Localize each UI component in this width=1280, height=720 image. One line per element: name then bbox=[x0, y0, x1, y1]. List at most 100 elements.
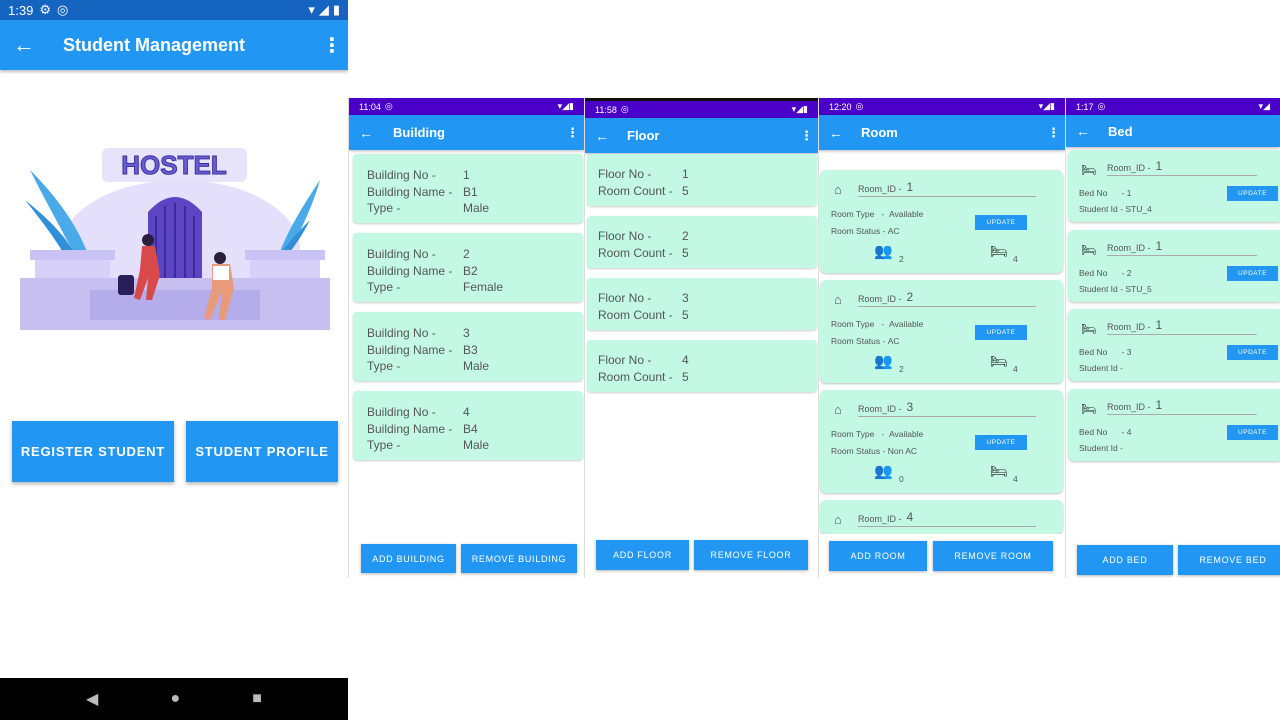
back-arrow-icon[interactable]: ← bbox=[1066, 123, 1100, 139]
signal-icon: ◢ bbox=[318, 2, 329, 17]
building-name: B4 bbox=[463, 421, 478, 436]
back-arrow-icon[interactable]: ← bbox=[585, 128, 619, 144]
building-name: B1 bbox=[463, 184, 478, 199]
hostel-sign: HOSTEL bbox=[121, 150, 227, 180]
room-status: Non AC bbox=[887, 446, 917, 456]
back-arrow-icon[interactable]: ← bbox=[819, 125, 853, 141]
hostel-illustration: HOSTEL bbox=[20, 148, 330, 330]
floor-no: 1 bbox=[682, 167, 689, 181]
room-status: AC bbox=[887, 336, 900, 346]
building-name: B2 bbox=[463, 263, 478, 278]
home-icon: ⌂ bbox=[834, 182, 842, 197]
add-room-button[interactable]: ADD ROOM bbox=[829, 541, 927, 571]
back-arrow-icon[interactable]: ← bbox=[0, 32, 48, 58]
room-id: 1 bbox=[1155, 318, 1163, 332]
floor-card[interactable]: Floor No -4 Room Count -5 bbox=[587, 340, 817, 392]
status-icons: ▾◢ bbox=[1258, 101, 1270, 111]
overflow-menu-icon[interactable]: ⋮ bbox=[800, 128, 818, 144]
building-card[interactable]: Building No -4 Building Name - B4 Type -M… bbox=[353, 391, 583, 460]
room-card[interactable]: ⌂ Room_ID -3 Room Type - Available Room … bbox=[820, 390, 1063, 493]
update-button[interactable]: UPDATE bbox=[975, 215, 1027, 230]
people-icon: 👥 bbox=[874, 463, 893, 480]
bed-icon: 🛏 bbox=[990, 463, 1008, 479]
building-no: 3 bbox=[463, 326, 470, 340]
bed-card[interactable]: 🛏 Room_ID -1 Bed No - 1 Student Id - STU… bbox=[1068, 150, 1280, 222]
room-id: 1 bbox=[1155, 159, 1163, 173]
building-card[interactable]: Building No -2 Building Name - B2 Type -F… bbox=[353, 233, 583, 302]
floor-card[interactable]: Floor No -3 Room Count -5 bbox=[587, 278, 817, 330]
wifi-icon: ▾ bbox=[308, 2, 315, 17]
settings-icon: ⚙ bbox=[39, 2, 51, 17]
remove-building-button[interactable]: REMOVE BUILDING bbox=[461, 544, 577, 573]
nav-home-icon[interactable]: ● bbox=[170, 690, 180, 708]
battery-icon: ▮ bbox=[332, 2, 340, 17]
sync-icon: ◎ bbox=[1097, 101, 1106, 111]
people-icon: 👥 bbox=[874, 243, 893, 260]
remove-bed-button[interactable]: REMOVE BED bbox=[1178, 545, 1280, 575]
room-id: 3 bbox=[906, 400, 914, 414]
room-status: AC bbox=[887, 226, 900, 236]
floor-card[interactable]: Floor No -1 Room Count -5 bbox=[587, 154, 817, 206]
room-count: 5 bbox=[682, 369, 689, 384]
back-arrow-icon[interactable]: ← bbox=[349, 125, 383, 141]
status-icons: ▾◢▮ bbox=[791, 104, 808, 114]
add-building-button[interactable]: ADD BUILDING bbox=[361, 544, 456, 573]
home-icon: ⌂ bbox=[834, 512, 842, 527]
app-bar: ← Room ⋮ bbox=[819, 115, 1065, 150]
bed-card[interactable]: 🛏 Room_ID -1 Bed No - 2 Student Id - STU… bbox=[1068, 230, 1280, 302]
status-bar: 1:17 ◎ ▾◢ bbox=[1066, 98, 1280, 115]
room-type: Available bbox=[888, 429, 924, 439]
update-button[interactable]: UPDATE bbox=[975, 435, 1027, 450]
building-card[interactable]: Building No -1 Building Name - B1 Type -M… bbox=[353, 154, 583, 223]
update-button[interactable]: UPDATE bbox=[975, 325, 1027, 340]
remove-floor-button[interactable]: REMOVE FLOOR bbox=[694, 540, 808, 570]
page-title: Bed bbox=[1108, 123, 1133, 139]
nav-back-icon[interactable]: ◀ bbox=[86, 689, 98, 709]
remove-room-button[interactable]: REMOVE ROOM bbox=[933, 541, 1053, 571]
room-type: Available bbox=[888, 209, 924, 219]
bed-no: - 2 bbox=[1121, 268, 1132, 278]
nav-recents-icon[interactable]: ■ bbox=[252, 690, 262, 708]
register-student-button[interactable]: REGISTER STUDENT bbox=[12, 421, 174, 482]
bed-icon: 🛏 bbox=[990, 353, 1008, 369]
bed-card[interactable]: 🛏 Room_ID -1 Bed No - 4 Student Id - UPD… bbox=[1068, 389, 1280, 461]
update-button[interactable]: UPDATE bbox=[1227, 425, 1278, 440]
overflow-menu-icon[interactable]: ⋮ bbox=[566, 125, 584, 141]
building-type: Female bbox=[463, 280, 504, 294]
overflow-menu-icon[interactable]: ⋮ bbox=[316, 33, 348, 58]
bed-screen: 1:17 ◎ ▾◢ ← Bed 🛏 Room_ID -1 Bed No - 1 … bbox=[1065, 98, 1280, 578]
people-icon: 👥 bbox=[874, 353, 893, 370]
building-card[interactable]: Building No -3 Building Name - B3 Type -M… bbox=[353, 312, 583, 381]
status-time: 1:17 bbox=[1076, 101, 1094, 112]
people-count: 2 bbox=[899, 254, 904, 264]
room-card[interactable]: ⌂ Room_ID -1 Room Type - Available Room … bbox=[820, 170, 1063, 273]
building-type: Male bbox=[463, 438, 490, 452]
app-bar: ← Building ⋮ bbox=[349, 115, 584, 150]
add-bed-button[interactable]: ADD BED bbox=[1077, 545, 1173, 575]
status-icons: ▾◢▮ bbox=[1038, 101, 1055, 111]
overflow-menu-icon[interactable]: ⋮ bbox=[1047, 125, 1065, 141]
sync-icon: ◎ bbox=[855, 101, 864, 111]
update-button[interactable]: UPDATE bbox=[1227, 345, 1278, 360]
room-card[interactable]: ⌂ Room_ID -2 Room Type - Available Room … bbox=[820, 280, 1063, 383]
room-count: 5 bbox=[682, 245, 689, 260]
bed-count: 4 bbox=[1013, 364, 1018, 374]
student-profile-button[interactable]: STUDENT PROFILE bbox=[186, 421, 338, 482]
bed-no: - 4 bbox=[1121, 427, 1132, 437]
room-id: 4 bbox=[906, 510, 914, 524]
update-button[interactable]: UPDATE bbox=[1227, 186, 1278, 201]
floor-card[interactable]: Floor No -2 Room Count -5 bbox=[587, 216, 817, 268]
floor-no: 3 bbox=[682, 291, 689, 305]
room-screen: 12:20 ◎ ▾◢▮ ← Room ⋮ ⌂ Room_ID -1 Room T… bbox=[818, 98, 1065, 578]
page-title: Building bbox=[393, 125, 445, 140]
add-floor-button[interactable]: ADD FLOOR bbox=[596, 540, 689, 570]
bed-card[interactable]: 🛏 Room_ID -1 Bed No - 3 Student Id - UPD… bbox=[1068, 309, 1280, 381]
room-id: 1 bbox=[1155, 239, 1163, 253]
status-bar: 1:39 ⚙ ◎ ▾ ◢ ▮ bbox=[0, 0, 348, 20]
sync-icon: ◎ bbox=[56, 2, 69, 17]
building-no: 4 bbox=[463, 405, 470, 419]
page-title: Room bbox=[861, 125, 898, 140]
update-button[interactable]: UPDATE bbox=[1227, 266, 1278, 281]
room-count: 5 bbox=[682, 183, 689, 198]
room-card[interactable]: ⌂ Room_ID -4 bbox=[820, 500, 1063, 534]
